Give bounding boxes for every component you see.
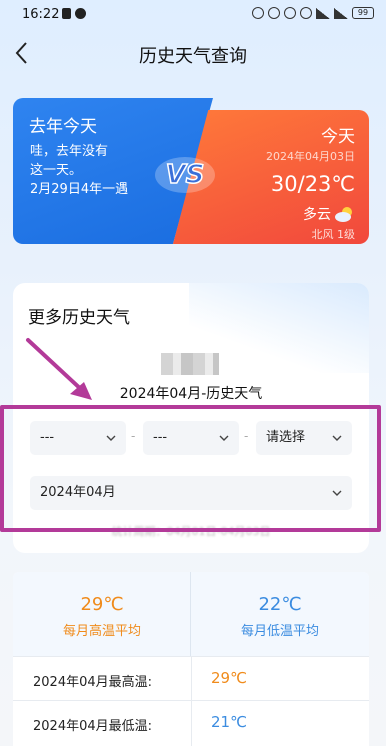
notification-icons bbox=[62, 8, 86, 19]
status-bar: 16:22 99 bbox=[0, 0, 386, 30]
battery-icon: 99 bbox=[352, 7, 374, 19]
page-title: 历史天气查询 bbox=[139, 46, 247, 67]
stat-row-value: 29℃ bbox=[211, 669, 247, 687]
last-year-title: 去年今天 bbox=[29, 117, 97, 137]
status-time: 16:22 bbox=[22, 7, 60, 22]
message-icon bbox=[75, 8, 86, 19]
history-title: 更多历史天气 bbox=[28, 308, 130, 328]
today-temperature: 30/23℃ bbox=[270, 172, 355, 196]
stat-row: 2024年04月最低温: 21℃ bbox=[13, 700, 369, 744]
mute-icon bbox=[284, 7, 296, 19]
system-icons: 99 bbox=[252, 7, 374, 19]
stat-row-value: 21℃ bbox=[211, 713, 247, 731]
partly-cloudy-icon bbox=[335, 207, 352, 222]
eye-icon bbox=[268, 7, 280, 19]
vs-badge-icon: VS bbox=[155, 157, 215, 193]
avg-low-cell: 22℃ 每月低温平均 bbox=[191, 572, 369, 656]
signal-icon bbox=[334, 7, 348, 19]
nav-bar: 历史天气查询 bbox=[0, 30, 386, 76]
today-weather-text: 多云 bbox=[303, 207, 331, 223]
today-weather: 多云 bbox=[303, 204, 355, 224]
today-title: 今天 bbox=[321, 127, 355, 147]
stat-row: 2024年04月最高温: 29℃ bbox=[13, 656, 369, 700]
avg-high-cell: 29℃ 每月高温平均 bbox=[13, 572, 191, 656]
stat-row-label: 2024年04月最低温: bbox=[33, 719, 153, 734]
annotation-highlight-box bbox=[0, 405, 381, 532]
avg-low-value: 22℃ bbox=[258, 594, 302, 615]
wifi-icon bbox=[316, 7, 330, 19]
stat-row-label: 2024年04月最高温: bbox=[33, 675, 153, 690]
notification-icon bbox=[62, 8, 71, 19]
today-wind: 北风 1级 bbox=[311, 228, 356, 241]
last-year-note-line: 哇，去年没有 bbox=[30, 144, 109, 159]
nfc-icon bbox=[252, 7, 264, 19]
annotation-arrow-icon bbox=[26, 338, 92, 400]
avg-high-value: 29℃ bbox=[80, 594, 124, 615]
monthly-stats-card: 29℃ 每月高温平均 22℃ 每月低温平均 2024年04月最高温: 29℃ 2… bbox=[13, 572, 369, 746]
blurred-location bbox=[161, 353, 219, 375]
avg-high-label: 每月高温平均 bbox=[62, 624, 141, 639]
today-date: 2024年04月03日 bbox=[266, 150, 355, 163]
avg-low-label: 每月低温平均 bbox=[240, 624, 319, 639]
last-year-note: 哇，去年没有 这一天。 2月29日4年一遇 bbox=[30, 142, 150, 199]
today-vs-last-year-card: 去年今天 哇，去年没有 这一天。 2月29日4年一遇 VS 今天 2024年04… bbox=[13, 98, 369, 244]
last-year-note-line: 这一天。 bbox=[30, 163, 83, 178]
alarm-icon bbox=[300, 7, 312, 19]
svg-text:VS: VS bbox=[166, 160, 205, 190]
last-year-note-line: 2月29日4年一遇 bbox=[30, 182, 129, 197]
